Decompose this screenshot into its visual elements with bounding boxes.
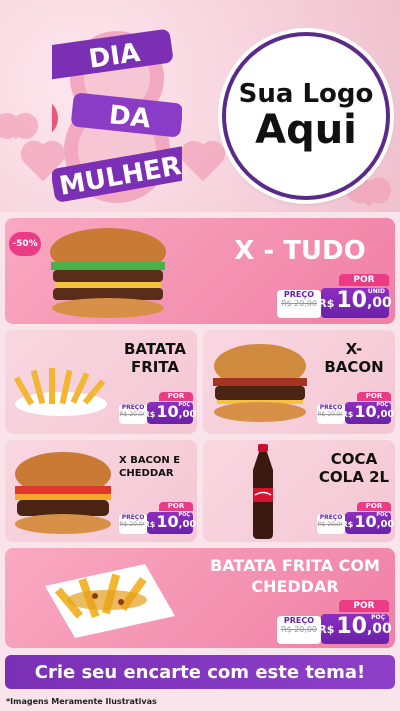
product-name: X- BACON (324, 340, 384, 376)
burger-image (50, 228, 166, 318)
product-name: BATATA FRITA (123, 340, 187, 376)
por-label: POR (159, 392, 193, 401)
unit-label: UNID (367, 288, 385, 295)
price-int: 10 (336, 288, 367, 313)
currency: R$ (318, 297, 335, 310)
disclaimer-text: *Imagens Meramente Ilustrativas (6, 697, 157, 706)
preco-label: PREÇO (283, 290, 315, 299)
price-tag: POR PREÇO R$ 20,00 R$ 10,00 POÇ (119, 502, 196, 534)
por-label: POR (339, 600, 389, 612)
product-card-batata-frita[interactable]: BATATA FRITA POR PREÇO R$ 20,00 R$ 10,00 … (5, 330, 197, 434)
preco-box: PREÇO R$ 20,00 (277, 616, 321, 644)
fries-cheddar-image (45, 564, 175, 638)
price-int: 10 (354, 512, 377, 531)
old-price: R$ 20,00 (280, 625, 318, 634)
preco-label: PREÇO (283, 616, 315, 625)
title-line2: DA (107, 100, 152, 134)
soda-bottle-image (253, 444, 273, 539)
price-dec: ,00 (178, 519, 197, 530)
product-name: BATATA FRITA COM CHEDDAR (210, 556, 380, 596)
old-price: R$ 20,00 (280, 299, 318, 308)
por-label: POR (357, 392, 391, 401)
price-int: 10 (156, 512, 179, 531)
dia-da-mulher-graphic: DIA DA MULHER (52, 29, 182, 203)
unit-label: POÇ (376, 512, 388, 518)
preco-box: PREÇO R$ 20,00 (277, 290, 321, 318)
product-name: X - TUDO (234, 236, 366, 266)
price-dec: ,00 (376, 409, 395, 420)
currency: R$ (143, 520, 156, 529)
heart-icon (184, 144, 222, 182)
burger-image (213, 344, 307, 422)
unit-label: POÇ (376, 402, 388, 408)
product-name: COCA COLA 2L (318, 450, 390, 486)
product-card-batata-cheddar[interactable]: BATATA FRITA COM CHEDDAR POR PREÇO R$ 20… (5, 548, 395, 648)
product-card-x-bacon[interactable]: X- BACON POR PREÇO R$ 20,00 R$ 10,00 POÇ (203, 330, 395, 434)
product-name: X BACON E CHEDDAR (119, 455, 181, 479)
product-card-coca-cola[interactable]: COCA COLA 2L POR PREÇO R$ 20,00 R$ 10,00 … (203, 440, 395, 542)
price-int: 10 (156, 402, 179, 421)
price-tag: POR PREÇO R$ 20,00 R$ 10,00 UNID (277, 274, 392, 318)
product-card-x-tudo[interactable]: -50% X - TUDO POR PREÇO R$ 20,00 R$ 10,00… (5, 218, 395, 324)
price-tag: POR PREÇO R$ 20,00 R$ 10,00 POÇ (317, 392, 394, 424)
por-label: POR (357, 502, 391, 511)
currency: R$ (318, 623, 335, 636)
logo-placeholder: Sua Logo Aqui (222, 32, 390, 200)
unit-label: POÇ (178, 512, 190, 518)
price-dec: ,00 (178, 409, 197, 420)
currency: R$ (341, 520, 354, 529)
price-dec: ,00 (366, 621, 392, 637)
burger-image (15, 452, 111, 534)
por-label: POR (159, 502, 193, 511)
heart-icon (4, 116, 28, 140)
unit-label: POÇ (178, 402, 190, 408)
discount-badge: -50% (9, 232, 41, 256)
logo-line2: Aqui (255, 107, 357, 154)
fries-image (13, 368, 107, 416)
product-card-x-bacon-cheddar[interactable]: X BACON E CHEDDAR POR PREÇO R$ 20,00 R$ 1… (5, 440, 197, 542)
header-banner: DIA DA MULHER Sua Logo Aqui (0, 0, 400, 212)
price-dec: ,00 (376, 519, 395, 530)
price-int: 10 (336, 614, 367, 639)
unit-label: POÇ (371, 614, 385, 621)
price-tag: POR PREÇO R$ 20,00 R$ 10,00 POÇ (317, 502, 394, 534)
cta-button[interactable]: Crie seu encarte com este tema! (5, 655, 395, 689)
heart-icon (356, 181, 382, 207)
por-label: POR (339, 274, 389, 286)
price-tag: POR PREÇO R$ 20,00 R$ 10,00 POÇ (277, 600, 392, 644)
logo-line1: Sua Logo (238, 78, 374, 109)
currency: R$ (143, 410, 156, 419)
price-int: 10 (354, 402, 377, 421)
currency: R$ (341, 410, 354, 419)
price-tag: POR PREÇO R$ 20,00 R$ 10,00 POÇ (119, 392, 196, 424)
price-dec: ,00 (366, 295, 392, 311)
